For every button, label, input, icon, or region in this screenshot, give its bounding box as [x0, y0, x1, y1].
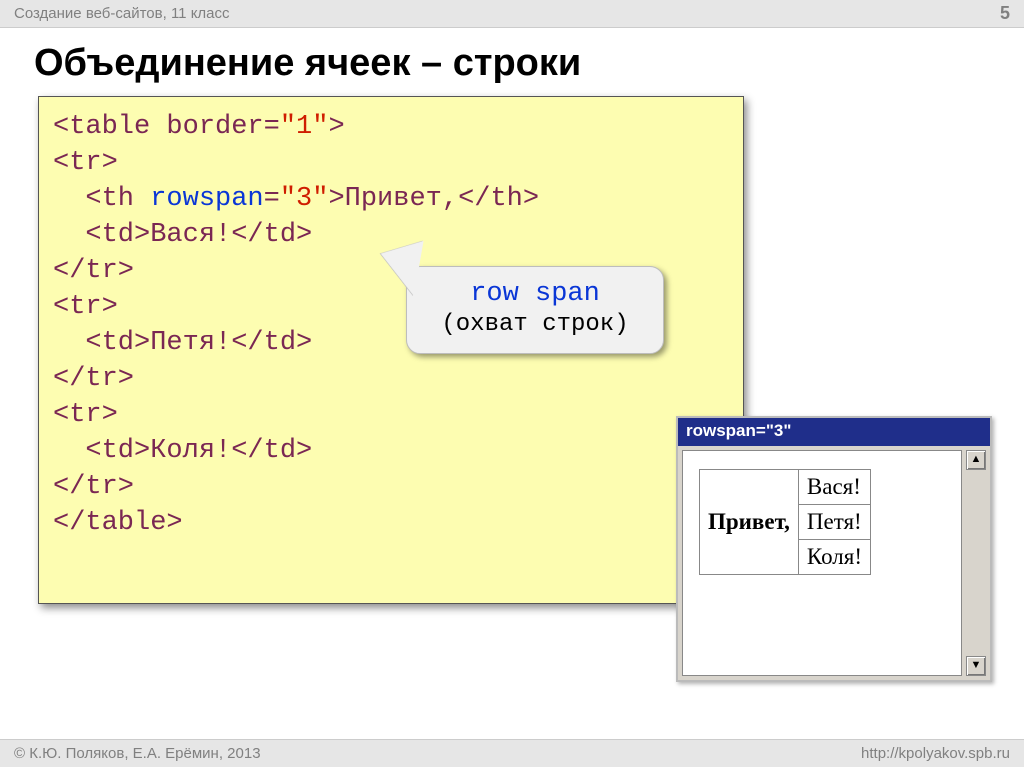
scrollbar[interactable]: ▲ ▼ [966, 450, 986, 676]
browser-client: Привет, Вася! Петя! Коля! ▲ ▼ [678, 446, 990, 680]
cell-r1: Вася! [798, 470, 870, 505]
scroll-up-icon[interactable]: ▲ [966, 450, 986, 470]
cell-r2: Петя! [798, 505, 870, 540]
rendered-page: Привет, Вася! Петя! Коля! [682, 450, 962, 676]
browser-titlebar: rowspan="3" [678, 418, 990, 446]
browser-preview: rowspan="3" Привет, Вася! Петя! Коля! ▲ … [676, 416, 992, 682]
cell-r3: Коля! [798, 540, 870, 575]
page-title: Объединение ячеек – строки [0, 28, 1024, 95]
page-number: 5 [1000, 3, 1010, 24]
header-bar: Создание веб-сайтов, 11 класс 5 [0, 0, 1024, 28]
attr-rowspan: rowspan [150, 184, 263, 214]
callout-term: row span [407, 279, 663, 309]
footer-url: http://kpolyakov.spb.ru [861, 745, 1010, 762]
demo-table: Привет, Вася! Петя! Коля! [699, 469, 871, 575]
callout-translation: (охват строк) [407, 311, 663, 338]
header-subject: Создание веб-сайтов, 11 класс [14, 5, 230, 22]
callout-bubble: row span (охват строк) [406, 266, 664, 354]
footer-copyright: © К.Ю. Поляков, Е.А. Ерёмин, 2013 [14, 745, 261, 762]
footer-bar: © К.Ю. Поляков, Е.А. Ерёмин, 2013 http:/… [0, 739, 1024, 767]
table-row: Привет, Вася! [700, 470, 871, 505]
cell-th: Привет, [700, 470, 799, 575]
scroll-down-icon[interactable]: ▼ [966, 656, 986, 676]
